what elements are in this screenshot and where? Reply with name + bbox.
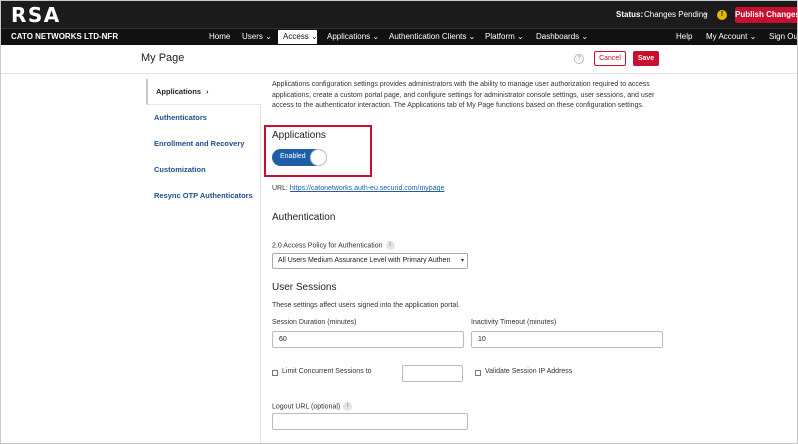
warning-icon: ! [717,10,727,20]
status-label: Status: [616,10,644,19]
validate-ip-label: Validate Session IP Address [485,368,573,375]
url-label: URL: [272,185,288,192]
nav-dashboards[interactable]: Dashboards ⌄ [536,32,588,41]
help-icon[interactable]: ? [574,54,584,64]
logout-url-label-text: Logout URL (optional) [272,403,341,411]
publish-changes-button[interactable]: Publish Changes [735,7,797,23]
session-duration-input[interactable]: 60 [272,331,464,348]
info-icon[interactable]: i [343,402,353,411]
nav-help[interactable]: Help [676,32,692,41]
page-header: My Page ? Cancel Save [1,45,797,74]
organization-name: CATO NETWORKS LTD-NFR [11,32,119,41]
nav-platform[interactable]: Platform ⌄ [485,32,524,41]
access-policy-label-text: 2.0 Access Policy for Authentication [272,242,383,250]
rsa-logo: RSA [11,3,61,27]
nav-my-account[interactable]: My Account ⌄ [706,32,756,41]
chevron-right-icon: › [206,87,209,96]
sidebar-item-enrollment-recovery[interactable]: Enrollment and Recovery [146,131,261,157]
page-title: My Page [141,52,185,64]
toggle-knob [310,149,327,166]
inactivity-timeout-input[interactable]: 10 [471,331,663,348]
user-sessions-heading: User Sessions [272,282,337,293]
user-sessions-description: These settings affect users signed into … [272,302,460,309]
logout-url-label: Logout URL (optional) i [272,402,353,411]
status-dropdown[interactable]: Changes Pending [644,10,708,19]
nav-sign-out[interactable]: Sign Out [769,32,797,41]
info-icon[interactable]: i [385,241,395,250]
sidebar-item-label: Applications [156,87,202,96]
intro-text: Applications configuration settings prov… [272,81,655,109]
sidebar-item-resync-otp[interactable]: Resync OTP Authenticators [146,183,261,209]
authentication-heading: Authentication [272,212,336,223]
sidebar-item-authenticators[interactable]: Authenticators [146,105,261,131]
settings-sidebar: Applications › Authenticators Enrollment … [146,79,261,443]
toggle-label: Enabled [280,153,306,160]
portal-url: URL: https://catonetworks.auth-eu.securi… [272,185,444,192]
inactivity-timeout-label: Inactivity Timeout (minutes) [471,319,557,326]
chevron-down-icon[interactable]: ⌄ [703,9,709,17]
access-policy-label: 2.0 Access Policy for Authentication i [272,241,395,250]
limit-sessions-checkbox[interactable] [272,370,278,376]
applications-enabled-toggle[interactable]: Enabled [272,149,327,166]
app-window: RSA Status: Changes Pending ⌄ ! Publish … [0,0,798,444]
sidebar-item-applications[interactable]: Applications › [146,79,261,105]
sidebar-item-customization[interactable]: Customization [146,157,261,183]
nav-users[interactable]: Users ⌄ [242,32,272,41]
limit-sessions-label: Limit Concurrent Sessions to [282,368,372,375]
main-nav: CATO NETWORKS LTD-NFR Home Users ⌄ Acces… [1,28,797,45]
validate-ip-checkbox[interactable] [475,370,481,376]
nav-access-label: Access ⌄ [283,32,318,41]
access-policy-value: All Users Medium Assurance Level with Pr… [278,257,451,264]
portal-url-link[interactable]: https://catonetworks.auth-eu.securid.com… [290,185,444,192]
applications-heading: Applications [272,130,326,141]
chevron-down-icon: ▾ [460,258,464,264]
cancel-button[interactable]: Cancel [594,51,626,66]
save-button[interactable]: Save [633,51,659,66]
session-duration-label: Session Duration (minutes) [272,319,357,326]
nav-access[interactable]: Access ⌄ [278,30,318,44]
access-policy-select[interactable]: All Users Medium Assurance Level with Pr… [272,253,468,269]
nav-authentication-clients[interactable]: Authentication Clients ⌄ [389,32,475,41]
nav-applications[interactable]: Applications ⌄ [327,32,379,41]
logout-url-input[interactable] [272,413,468,430]
limit-sessions-input[interactable] [402,365,463,382]
top-bar: RSA Status: Changes Pending ⌄ ! Publish … [1,1,797,28]
nav-home[interactable]: Home [209,32,230,41]
